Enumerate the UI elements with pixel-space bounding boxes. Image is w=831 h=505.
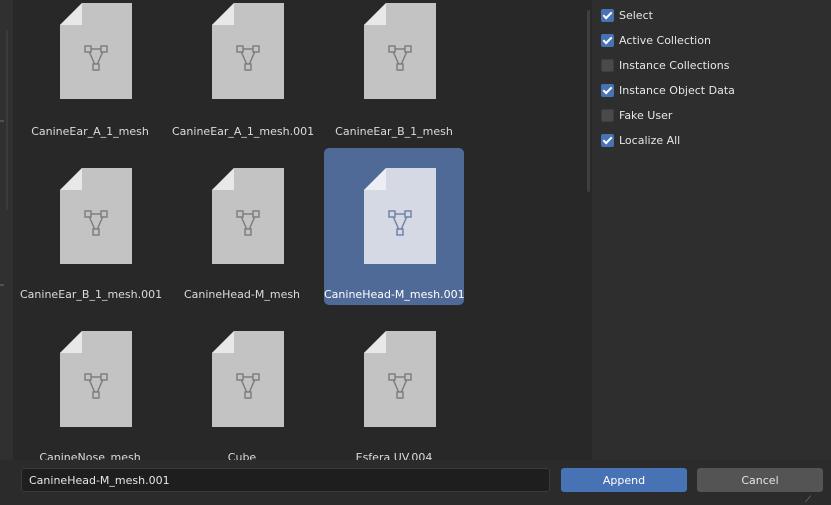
file-browser-grid: CanineEar_A_1_mesh CanineEar_A_1_mesh.00… — [13, 0, 592, 460]
checkmark-icon[interactable] — [601, 133, 614, 147]
option-label: Instance Object Data — [619, 83, 735, 97]
checkbox-icon[interactable] — [601, 108, 614, 122]
mesh-file-icon — [212, 331, 284, 427]
mesh-file-icon — [60, 3, 132, 99]
file-tile[interactable]: Cube — [172, 311, 312, 460]
file-name: Esfera UV.004 — [355, 451, 433, 460]
file-tile[interactable]: CanineHead-M_mesh — [172, 148, 312, 305]
option-fake-user[interactable]: Fake User — [601, 107, 672, 123]
mesh-file-icon — [60, 168, 132, 264]
left-divider — [0, 284, 4, 286]
grid-scrollbar[interactable] — [587, 10, 590, 192]
mesh-file-icon — [364, 3, 436, 99]
option-label: Select — [619, 8, 653, 22]
mesh-file-icon — [212, 168, 284, 264]
option-label: Localize All — [619, 133, 681, 147]
file-name: CanineHead-M_mesh.001 — [324, 288, 465, 301]
file-tile[interactable]: Esfera UV.004 — [324, 311, 464, 460]
file-name: CanineEar_B_1_mesh.001 — [20, 288, 163, 301]
checkmark-icon[interactable] — [601, 83, 614, 97]
file-name: CanineEar_A_1_mesh.001 — [172, 125, 315, 138]
file-tile[interactable]: CanineEar_B_1_mesh — [324, 0, 464, 153]
file-name: CanineEar_A_1_mesh — [31, 125, 149, 138]
import-options-panel: Select Active Collection Instance Collec… — [592, 0, 831, 460]
file-tile-selected[interactable]: CanineHead-M_mesh.001 — [324, 148, 465, 305]
left-scrollbar[interactable] — [6, 30, 8, 210]
filename-value: CanineHead-M_mesh.001 — [29, 473, 170, 487]
file-name: CanineNose_mesh — [39, 451, 141, 460]
file-name: CanineEar_B_1_mesh — [335, 125, 453, 138]
mesh-file-icon — [60, 331, 132, 427]
file-name: CanineHead-M_mesh — [183, 288, 301, 301]
option-label: Active Collection — [619, 33, 711, 47]
mesh-file-icon — [364, 331, 436, 427]
checkbox-icon[interactable] — [601, 58, 614, 72]
option-select[interactable]: Select — [601, 7, 653, 23]
filename-field[interactable]: CanineHead-M_mesh.001 — [21, 468, 550, 492]
file-tile[interactable]: CanineEar_B_1_mesh.001 — [20, 148, 163, 305]
checkmark-icon[interactable] — [601, 33, 614, 47]
file-tile[interactable]: CanineEar_A_1_mesh.001 — [172, 0, 315, 153]
option-instance-object-data[interactable]: Instance Object Data — [601, 82, 735, 98]
option-active-collection[interactable]: Active Collection — [601, 32, 711, 48]
file-tile[interactable]: CanineEar_A_1_mesh — [20, 0, 160, 153]
cancel-button[interactable]: Cancel — [697, 468, 823, 492]
checkmark-icon[interactable] — [601, 8, 614, 22]
option-label: Instance Collections — [619, 58, 730, 72]
option-localize-all[interactable]: Localize All — [601, 132, 680, 148]
mesh-file-icon — [212, 3, 284, 99]
option-label: Fake User — [619, 108, 673, 122]
left-side-strip — [0, 0, 13, 504]
mesh-file-icon — [364, 168, 436, 264]
left-divider — [0, 120, 4, 122]
option-instance-collections[interactable]: Instance Collections — [601, 57, 729, 73]
append-button[interactable]: Append — [561, 468, 687, 492]
file-name: Cube — [227, 451, 257, 460]
file-tile[interactable]: CanineNose_mesh — [20, 311, 160, 460]
